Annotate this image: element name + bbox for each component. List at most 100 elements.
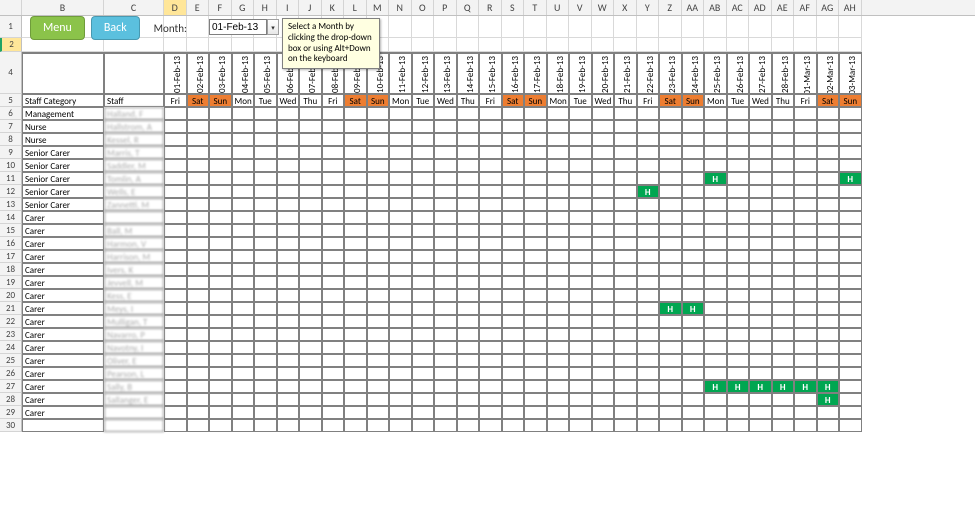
staff-name-cell[interactable] bbox=[104, 419, 164, 432]
schedule-cell[interactable] bbox=[569, 341, 592, 354]
schedule-cell[interactable] bbox=[479, 250, 502, 263]
row-header-17[interactable]: 17 bbox=[0, 250, 22, 263]
schedule-cell[interactable] bbox=[839, 367, 862, 380]
schedule-cell[interactable] bbox=[389, 198, 412, 211]
staff-name-cell[interactable]: Meys, I bbox=[104, 302, 164, 315]
schedule-cell[interactable] bbox=[592, 250, 615, 263]
schedule-cell[interactable] bbox=[727, 146, 750, 159]
schedule-cell[interactable] bbox=[164, 302, 187, 315]
row-header-8[interactable]: 8 bbox=[0, 133, 22, 146]
schedule-cell[interactable] bbox=[772, 198, 795, 211]
schedule-cell[interactable] bbox=[299, 302, 322, 315]
schedule-cell[interactable] bbox=[209, 198, 232, 211]
schedule-cell[interactable] bbox=[367, 315, 390, 328]
schedule-cell[interactable] bbox=[367, 406, 390, 419]
dow-cell[interactable]: Wed bbox=[434, 94, 457, 107]
schedule-cell[interactable] bbox=[367, 172, 390, 185]
col-header-V[interactable]: V bbox=[569, 0, 592, 15]
schedule-cell[interactable] bbox=[457, 302, 480, 315]
schedule-cell[interactable] bbox=[412, 133, 435, 146]
schedule-cell[interactable] bbox=[232, 133, 255, 146]
schedule-cell[interactable] bbox=[434, 328, 457, 341]
schedule-cell[interactable] bbox=[727, 354, 750, 367]
schedule-cell[interactable] bbox=[479, 406, 502, 419]
row-header-14[interactable]: 14 bbox=[0, 211, 22, 224]
header-staff-category[interactable]: Staff Category bbox=[22, 94, 104, 107]
schedule-cell[interactable] bbox=[817, 133, 840, 146]
cell-blank[interactable] bbox=[839, 16, 862, 38]
schedule-cell[interactable] bbox=[299, 419, 322, 432]
schedule-cell[interactable] bbox=[839, 354, 862, 367]
cell-c3[interactable] bbox=[104, 38, 164, 52]
schedule-cell[interactable] bbox=[412, 354, 435, 367]
schedule-cell[interactable] bbox=[434, 250, 457, 263]
schedule-cell[interactable] bbox=[412, 406, 435, 419]
schedule-cell[interactable] bbox=[209, 328, 232, 341]
schedule-cell[interactable] bbox=[479, 133, 502, 146]
schedule-cell[interactable] bbox=[254, 198, 277, 211]
schedule-cell[interactable] bbox=[479, 315, 502, 328]
col-header-AG[interactable]: AG bbox=[817, 0, 840, 15]
schedule-cell[interactable] bbox=[389, 380, 412, 393]
schedule-cell[interactable] bbox=[682, 367, 705, 380]
row-header-28[interactable]: 28 bbox=[0, 393, 22, 406]
schedule-cell[interactable] bbox=[547, 107, 570, 120]
schedule-cell[interactable] bbox=[164, 120, 187, 133]
staff-name-cell[interactable]: Sally, B bbox=[104, 380, 164, 393]
row-header-5[interactable]: 5 bbox=[0, 94, 22, 107]
schedule-cell[interactable] bbox=[704, 133, 727, 146]
schedule-cell[interactable] bbox=[839, 393, 862, 406]
schedule-cell[interactable] bbox=[457, 159, 480, 172]
schedule-cell[interactable] bbox=[547, 341, 570, 354]
schedule-cell[interactable]: H bbox=[817, 380, 840, 393]
schedule-cell[interactable] bbox=[412, 159, 435, 172]
schedule-cell[interactable] bbox=[344, 107, 367, 120]
schedule-cell[interactable] bbox=[344, 354, 367, 367]
schedule-cell[interactable] bbox=[772, 276, 795, 289]
schedule-cell[interactable] bbox=[434, 406, 457, 419]
schedule-cell[interactable] bbox=[299, 263, 322, 276]
schedule-cell[interactable] bbox=[187, 406, 210, 419]
schedule-cell[interactable] bbox=[389, 250, 412, 263]
schedule-cell[interactable] bbox=[434, 224, 457, 237]
schedule-cell[interactable] bbox=[232, 289, 255, 302]
schedule-cell[interactable] bbox=[592, 354, 615, 367]
date-header[interactable]: 13-Feb-13 bbox=[434, 53, 457, 94]
schedule-cell[interactable] bbox=[502, 289, 525, 302]
schedule-cell[interactable] bbox=[794, 237, 817, 250]
schedule-cell[interactable] bbox=[187, 263, 210, 276]
schedule-cell[interactable] bbox=[479, 120, 502, 133]
schedule-cell[interactable] bbox=[637, 120, 660, 133]
staff-category-cell[interactable]: Carer bbox=[22, 250, 104, 263]
schedule-cell[interactable] bbox=[794, 250, 817, 263]
schedule-cell[interactable] bbox=[277, 380, 300, 393]
schedule-cell[interactable] bbox=[502, 380, 525, 393]
schedule-cell[interactable] bbox=[524, 276, 547, 289]
dow-cell[interactable]: Wed bbox=[749, 94, 772, 107]
schedule-cell[interactable] bbox=[232, 263, 255, 276]
schedule-cell[interactable] bbox=[637, 341, 660, 354]
schedule-cell[interactable] bbox=[322, 393, 345, 406]
schedule-cell[interactable] bbox=[232, 328, 255, 341]
schedule-cell[interactable] bbox=[502, 406, 525, 419]
schedule-cell[interactable] bbox=[659, 185, 682, 198]
row-header-12[interactable]: 12 bbox=[0, 185, 22, 198]
staff-category-cell[interactable]: Carer bbox=[22, 380, 104, 393]
schedule-cell[interactable] bbox=[367, 224, 390, 237]
row-header-29[interactable]: 29 bbox=[0, 406, 22, 419]
schedule-cell[interactable] bbox=[614, 224, 637, 237]
cell-blank[interactable] bbox=[547, 38, 570, 52]
schedule-cell[interactable] bbox=[772, 107, 795, 120]
schedule-cell[interactable] bbox=[209, 380, 232, 393]
schedule-cell[interactable] bbox=[209, 276, 232, 289]
staff-name-cell[interactable]: Ivers, K bbox=[104, 263, 164, 276]
schedule-cell[interactable] bbox=[749, 211, 772, 224]
schedule-cell[interactable] bbox=[772, 237, 795, 250]
schedule-cell[interactable] bbox=[322, 237, 345, 250]
schedule-cell[interactable] bbox=[682, 315, 705, 328]
schedule-cell[interactable] bbox=[614, 393, 637, 406]
schedule-cell[interactable] bbox=[749, 107, 772, 120]
schedule-cell[interactable] bbox=[502, 146, 525, 159]
schedule-cell[interactable] bbox=[457, 289, 480, 302]
col-header-O[interactable]: O bbox=[412, 0, 435, 15]
